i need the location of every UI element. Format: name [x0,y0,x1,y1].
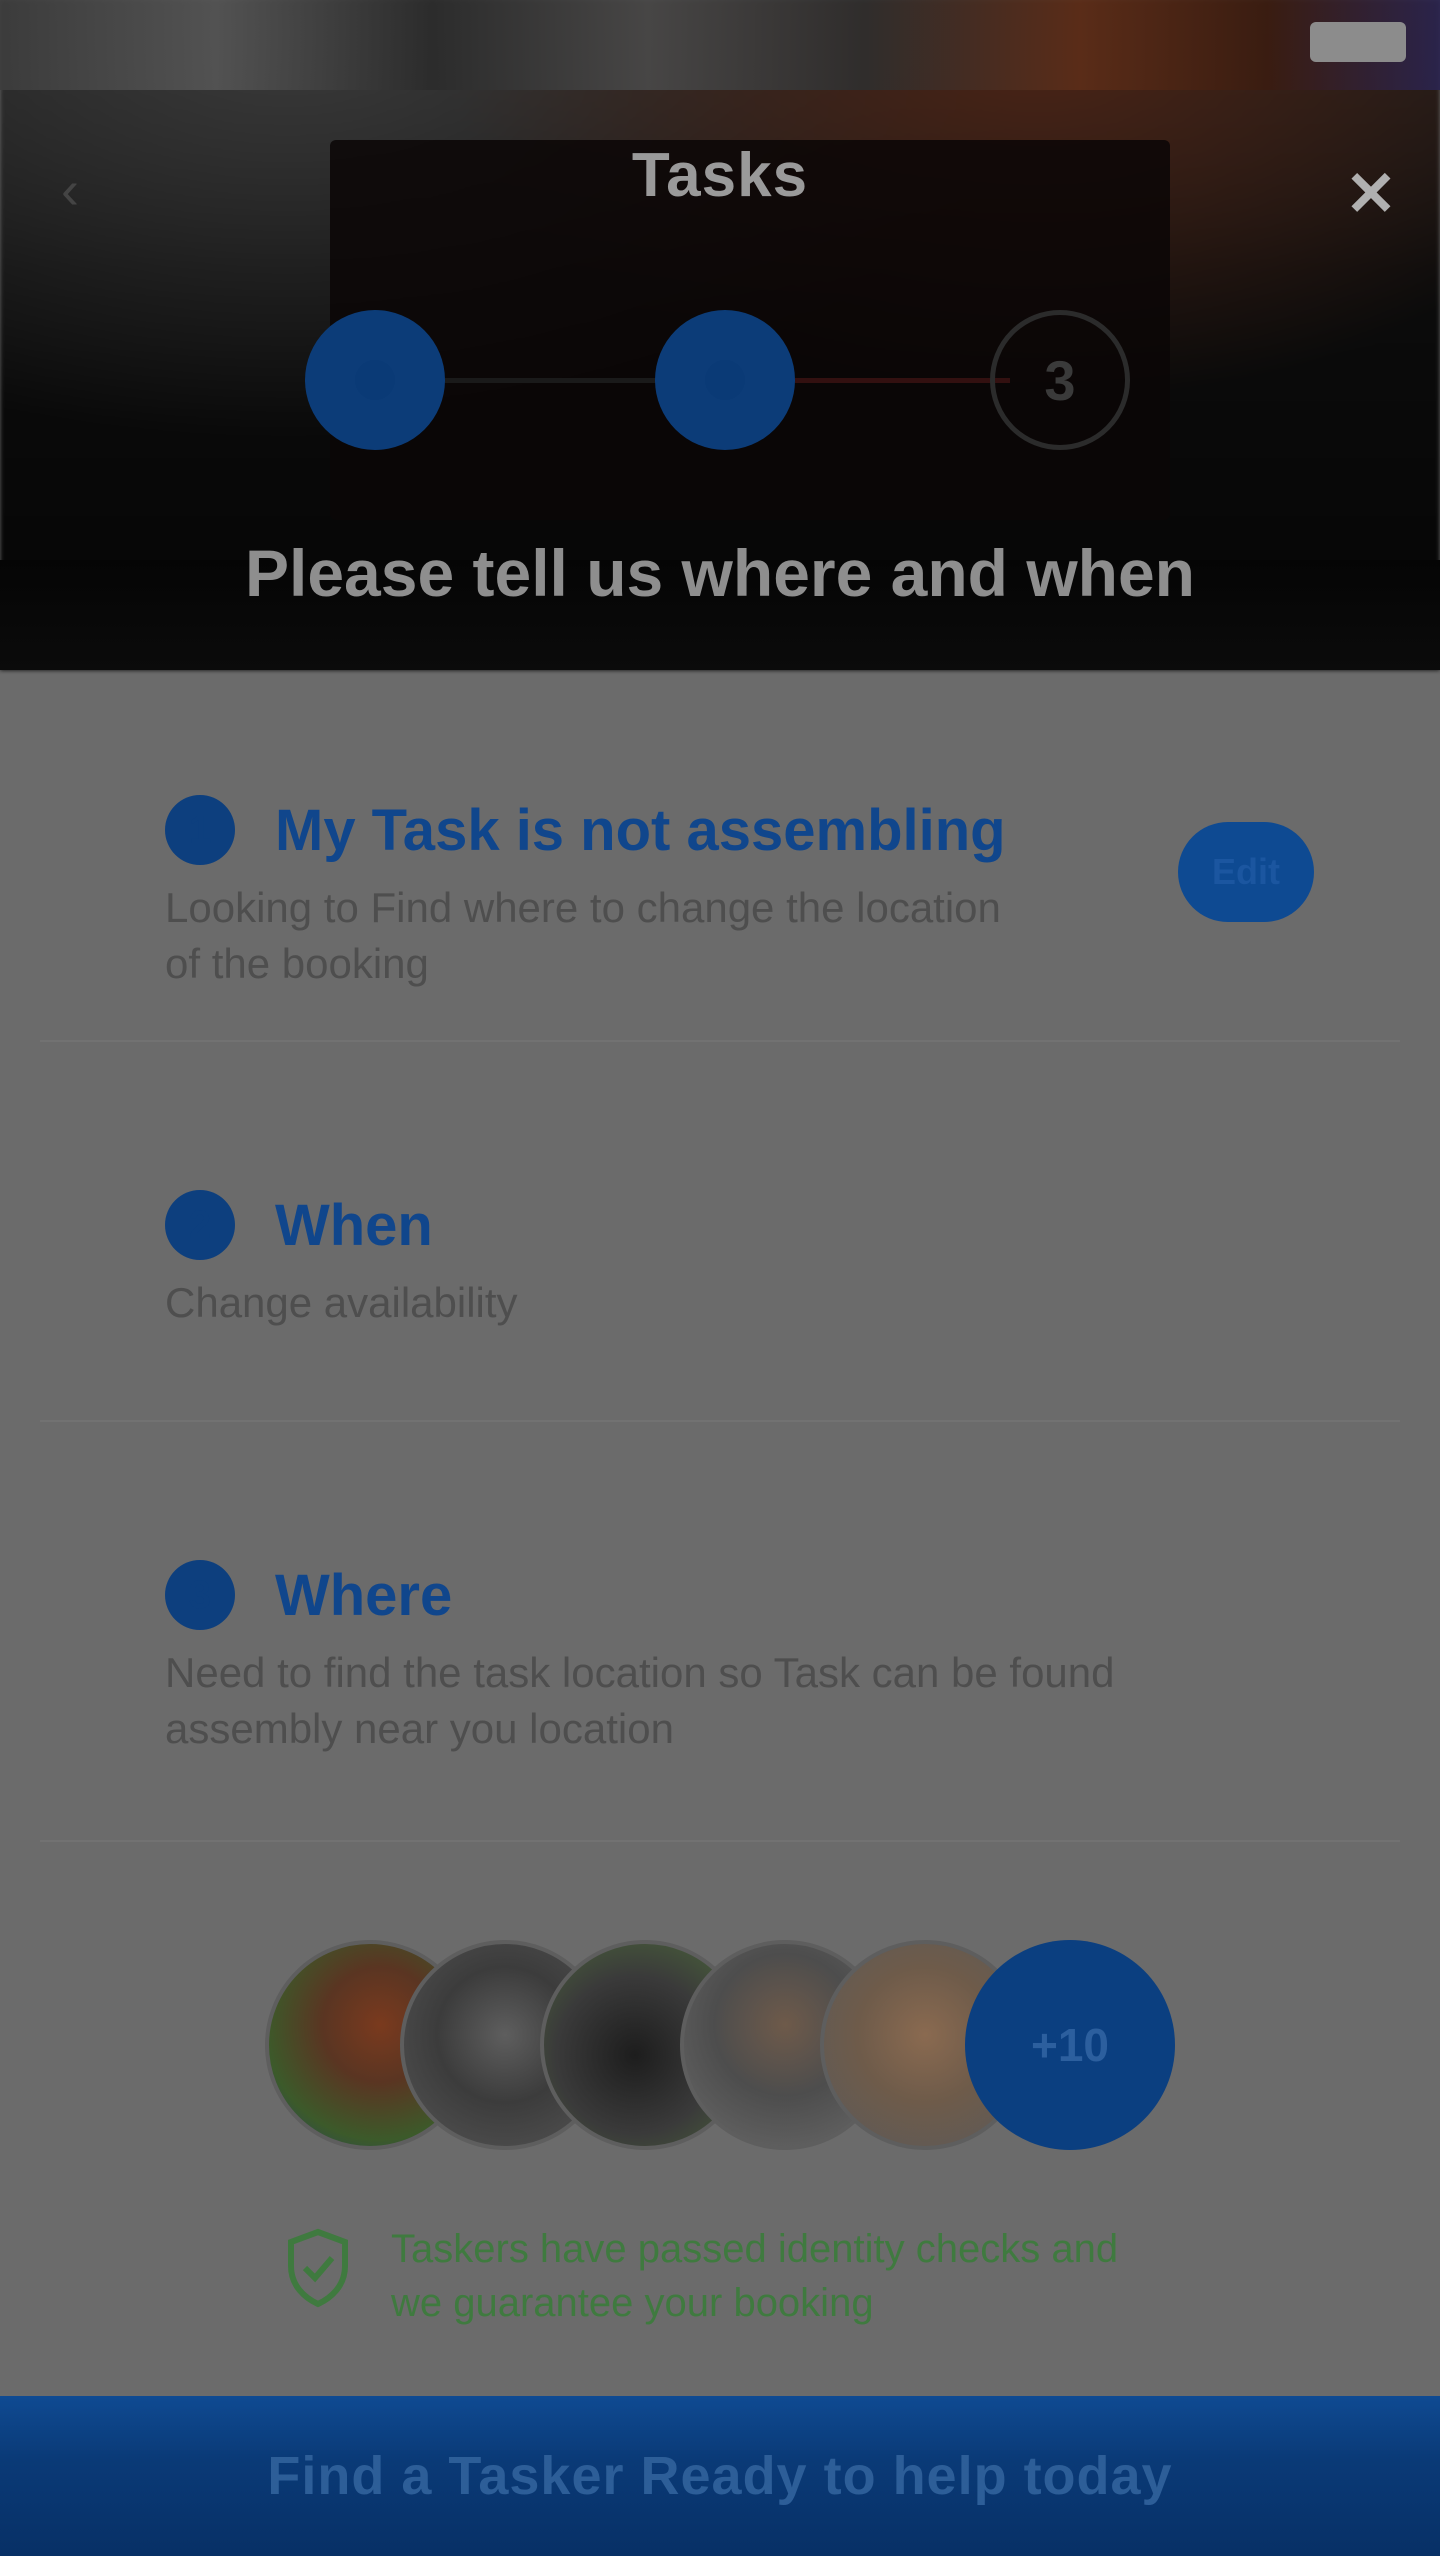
hero-question: Please tell us where and when [244,536,1195,610]
section-description: Looking to Find where to change the loca… [165,884,1001,987]
step-2 [655,310,795,450]
section-head: 2 When [165,1185,1275,1265]
step-2-marker [705,360,745,400]
section-where[interactable]: 3 Where Need to find the task location s… [165,1555,1275,1757]
close-icon[interactable]: ✕ [1336,160,1406,230]
step-3-label: 3 [1044,348,1076,412]
section-number-badge: 1 [165,795,235,865]
divider [40,1040,1400,1042]
section-number-badge: 2 [165,1190,235,1260]
section-when[interactable]: 2 When Change availability [165,1185,1275,1331]
section-number-badge: 3 [165,1560,235,1630]
step-3: 3 [990,310,1130,450]
tasker-avatars: +10 [265,1940,1175,2150]
badge-icon [1310,22,1406,62]
trust-note: Taskers have passed identity checks and … [285,2222,1155,2330]
shield-icon [288,2228,348,2308]
trust-note-text: Taskers have passed identity checks and … [391,2227,1119,2325]
divider [40,1840,1400,1842]
section-task: 1 My Task is not assembling Looking to F… [165,790,1275,992]
section-description: Need to find the task location so Task c… [165,1649,1115,1752]
section-title: When [275,1192,433,1258]
divider [40,1420,1400,1422]
step-1-marker [355,360,395,400]
progress-steps: 3 [0,310,1440,450]
hero-photo-strip [0,0,1440,90]
section-head: 1 My Task is not assembling [165,790,1275,870]
find-tasker-button[interactable]: Find a Tasker Ready to help today [0,2396,1440,2556]
step-1 [305,310,445,450]
section-description: Change availability [165,1279,518,1326]
edit-task-button[interactable]: Edit [1178,822,1314,922]
page-title: Tasks [631,141,809,210]
section-title: My Task is not assembling [275,797,1006,863]
step-connector [795,378,1010,383]
more-taskers-badge: +10 [965,1940,1175,2150]
section-head: 3 Where [165,1555,1275,1635]
step-connector [445,378,665,383]
section-title: Where [275,1562,453,1628]
